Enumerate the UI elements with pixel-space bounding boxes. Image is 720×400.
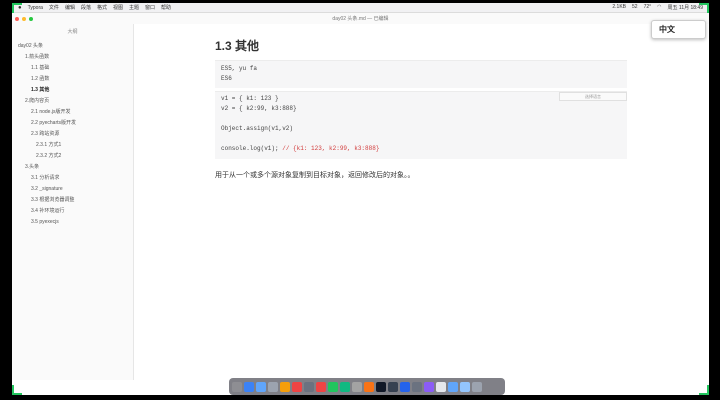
outline-item[interactable]: 1.3 其他	[12, 85, 133, 96]
dock-app-icon[interactable]	[292, 381, 302, 392]
menu-item-window[interactable]: 窗口	[145, 4, 155, 11]
dock-app-icon[interactable]	[304, 381, 314, 392]
window-title: day02 头条.md — 已编辑	[332, 16, 389, 22]
status-area: 2.1KB 52 72° ◠ 周五 11月 18:49	[612, 4, 703, 11]
menu-item-format[interactable]: 格式	[97, 4, 107, 11]
dock-app-icon[interactable]	[340, 381, 350, 392]
menu-item-view[interactable]: 视图	[113, 4, 123, 11]
code-line: ES6	[221, 75, 232, 82]
outline-sidebar: 大纲 day02 头条 1.箭头函数 1.1 基础 1.2 函数 1.3 其他 2.爬内容…	[12, 24, 134, 380]
code-text: Object.assign(v1,v2)	[221, 125, 294, 132]
outline-item[interactable]: 1.2 函数	[12, 74, 133, 85]
menu-item-file[interactable]: 文件	[49, 4, 59, 11]
outline-list: day02 头条 1.箭头函数 1.1 基础 1.2 函数 1.3 其他 2.爬内容页 2.…	[12, 41, 133, 228]
dock-app-icon[interactable]	[412, 381, 422, 392]
dock-app-icon[interactable]	[280, 381, 290, 392]
dock-app-icon[interactable]	[400, 381, 410, 392]
dock-app-icon[interactable]	[268, 381, 278, 392]
code-block-2[interactable]: 选择语言 v1 = { k1: 123 } v2 = { k2:99, k3:88…	[215, 91, 627, 159]
menu-item-edit[interactable]: 编辑	[65, 4, 75, 11]
outline-item[interactable]: 3.4 补环境运行	[12, 206, 133, 217]
dock-app-icon[interactable]	[256, 381, 266, 392]
status-battery[interactable]: 52	[632, 4, 638, 11]
editor-area[interactable]: 1.3 其他 ES5, yu fa ES6 选择语言 v1 = { k1: 12…	[134, 24, 709, 380]
wifi-icon[interactable]: ◠	[657, 4, 661, 11]
code-comment: // {k1: 123, k2:99, k3:888}	[282, 145, 380, 152]
outline-item[interactable]: 3.1 分析请求	[12, 173, 133, 184]
menu-item-theme[interactable]: 主题	[129, 4, 139, 11]
status-temperature[interactable]: 72°	[644, 4, 652, 11]
status-network[interactable]: 2.1KB	[612, 4, 626, 11]
code-text: v2 = { k2:99, k3:888}	[221, 105, 297, 112]
outline-item[interactable]: 3.2 _signature	[12, 184, 133, 195]
dock-app-icon[interactable]	[352, 381, 362, 392]
code-line: ES5, yu fa	[221, 65, 258, 72]
code-text: v1 = { k1: 123 }	[221, 95, 279, 102]
outline-item[interactable]: 3.5 pyexecjs	[12, 217, 133, 228]
code-lines: v1 = { k1: 123 } v2 = { k2:99, k3:888} Obj…	[215, 94, 627, 154]
outline-item[interactable]: 2.2 pyecharts版开发	[12, 118, 133, 129]
window-titlebar: day02 头条.md — 已编辑	[12, 13, 709, 24]
outline-item[interactable]: 3.3 根据浏览器调整	[12, 195, 133, 206]
language-selector[interactable]: 选择语言	[559, 92, 627, 101]
menu-item-help[interactable]: 帮助	[161, 4, 171, 11]
frame-corner	[12, 385, 22, 395]
outline-item[interactable]: day02 头条	[12, 41, 133, 52]
dock-app-icon[interactable]	[376, 381, 386, 392]
menu-item-paragraph[interactable]: 段落	[81, 4, 91, 11]
outline-item[interactable]: 2.爬内容页	[12, 96, 133, 107]
outline-item[interactable]: 1.1 基础	[12, 63, 133, 74]
outline-item[interactable]: 2.1 node.js版开发	[12, 107, 133, 118]
dock-app-icon[interactable]	[448, 381, 458, 392]
frame-corner	[12, 3, 22, 13]
input-method-indicator: 中文	[651, 20, 706, 39]
frame-corner	[699, 3, 709, 13]
frame-corner	[699, 385, 709, 395]
section-heading[interactable]: 1.3 其他	[215, 37, 259, 54]
dock-app-icon[interactable]	[388, 381, 398, 392]
menu-app-name[interactable]: Typora	[28, 5, 43, 11]
dock-app-icon[interactable]	[436, 381, 446, 392]
dock-app-icon[interactable]	[244, 381, 254, 392]
dock	[229, 378, 505, 395]
desktop-screen: ● Typora 文件 编辑 段落 格式 视图 主题 窗口 帮助 2.1KB 5…	[12, 3, 709, 395]
dock-app-icon[interactable]	[472, 381, 482, 392]
outline-item[interactable]: 2.3 跨站资源	[12, 129, 133, 140]
outline-item[interactable]: 2.3.1 方式1	[12, 140, 133, 151]
outline-item[interactable]: 2.3.2 方式2	[12, 151, 133, 162]
dock-app-icon[interactable]	[328, 381, 338, 392]
code-line: v2 = { k2:99, k3:888}	[215, 104, 627, 114]
paragraph-text[interactable]: 用于从一个或多个源对象复制到目标对象，返回修改后的对象。。	[215, 170, 415, 180]
dock-app-icon[interactable]	[424, 381, 434, 392]
code-block-1[interactable]: ES5, yu fa ES6	[215, 60, 627, 88]
code-text: console.log(v1);	[221, 145, 283, 152]
code-line: Object.assign(v1,v2)	[215, 124, 627, 134]
sidebar-title: 大纲	[67, 29, 78, 35]
clock[interactable]: 周五 11月 18:49	[668, 4, 703, 11]
dock-app-icon[interactable]	[232, 381, 242, 392]
dock-app-icon[interactable]	[460, 381, 470, 392]
code-line: console.log(v1); // {k1: 123, k2:99, k3:…	[215, 144, 627, 154]
dock-app-icon[interactable]	[316, 381, 326, 392]
menu-bar: ● Typora 文件 编辑 段落 格式 视图 主题 窗口 帮助 2.1KB 5…	[12, 3, 709, 13]
dock-app-icon[interactable]	[364, 381, 374, 392]
outline-item[interactable]: 3.头条	[12, 162, 133, 173]
outline-item[interactable]: 1.箭头函数	[12, 52, 133, 63]
